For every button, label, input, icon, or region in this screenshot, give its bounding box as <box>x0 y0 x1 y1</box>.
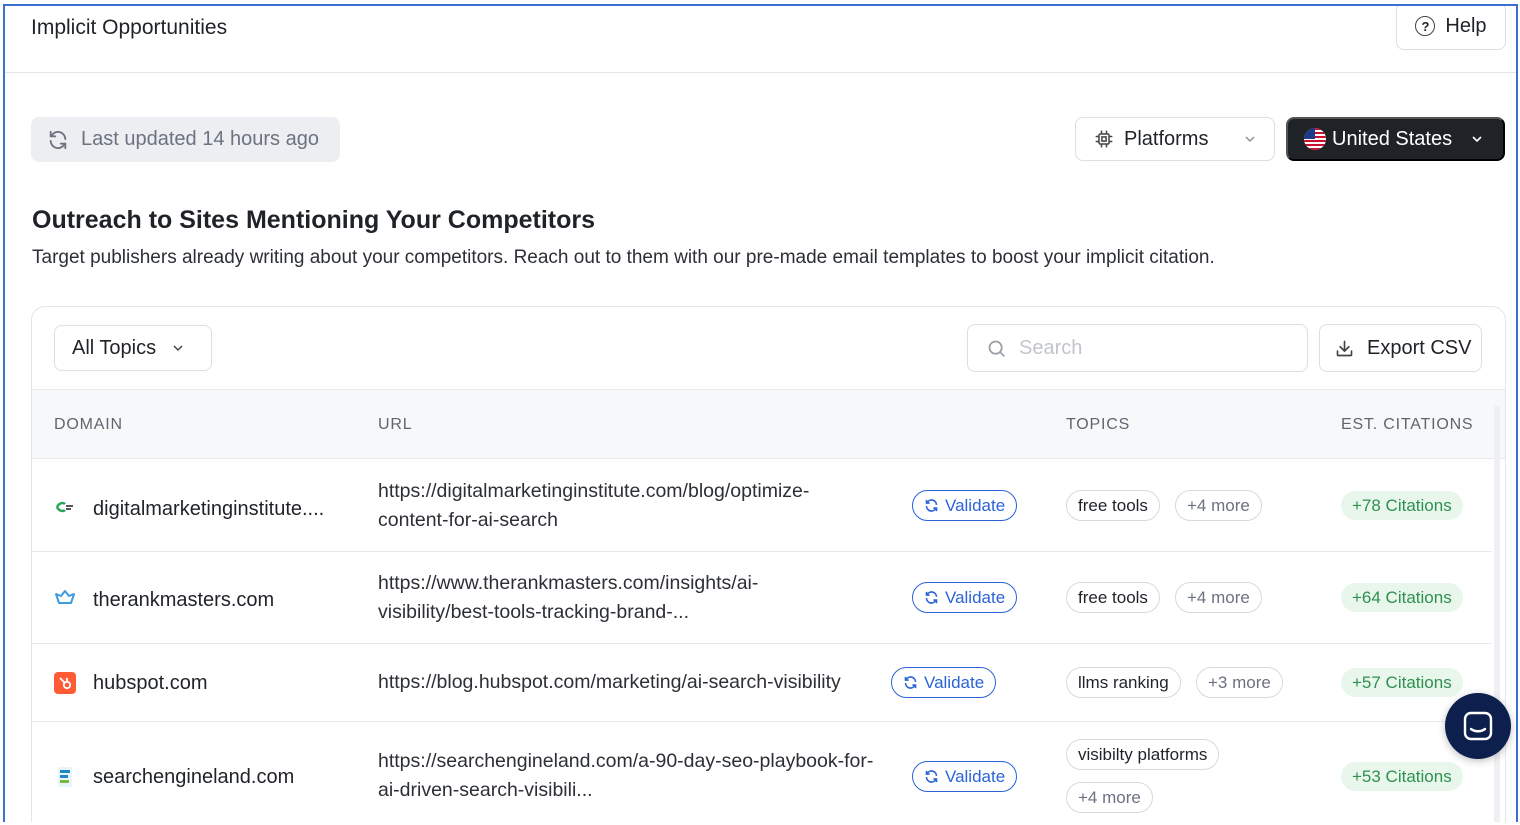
url-text[interactable]: https://digitalmarketinginstitute.com/bl… <box>378 477 878 535</box>
more-topics-chip[interactable]: +4 more <box>1175 490 1262 521</box>
domain-name: hubspot.com <box>93 672 208 694</box>
search-input[interactable] <box>1019 336 1289 360</box>
section-title: Outreach to Sites Mentioning Your Compet… <box>32 206 596 234</box>
validate-button[interactable]: Validate <box>912 761 1018 792</box>
url-text[interactable]: https://blog.hubspot.com/marketing/ai-se… <box>378 668 841 697</box>
more-topics-chip[interactable]: +3 more <box>1196 667 1283 698</box>
refresh-icon <box>925 770 938 783</box>
page-title: Implicit Opportunities <box>31 16 228 39</box>
validate-label: Validate <box>924 672 985 692</box>
search-icon <box>988 340 1005 357</box>
validate-button[interactable]: Validate <box>912 490 1018 521</box>
citations-badge: +64 Citations <box>1341 583 1463 612</box>
more-topics-chip[interactable]: +4 more <box>1175 582 1262 613</box>
export-csv-button[interactable]: Export CSV <box>1319 324 1482 372</box>
help-button[interactable]: ? Help <box>1396 6 1506 50</box>
chevron-down-icon <box>1245 136 1255 143</box>
table-row[interactable]: therankmasters.com https://www.therankma… <box>32 552 1492 644</box>
url-text[interactable]: https://www.therankmasters.com/insights/… <box>378 569 848 627</box>
topic-chip: visibilty platforms <box>1066 739 1220 770</box>
column-header-citations[interactable]: EST. CITATIONS <box>1341 416 1473 434</box>
last-updated-text: Last updated 14 hours ago <box>81 128 319 150</box>
last-updated-badge: Last updated 14 hours ago <box>31 117 340 162</box>
chevron-down-icon <box>1472 136 1482 143</box>
search-box <box>967 324 1308 372</box>
top-bar: Implicit Opportunities ? Help <box>5 6 1516 73</box>
topic-chip: free tools <box>1066 582 1160 613</box>
validate-button[interactable]: Validate <box>912 582 1018 613</box>
table-row[interactable]: searchengineland.com https://searchengin… <box>32 722 1492 822</box>
topics-label: All Topics <box>72 336 157 359</box>
chat-icon <box>1463 711 1493 741</box>
country-dropdown[interactable]: United States <box>1286 117 1505 161</box>
refresh-icon <box>925 591 938 604</box>
opportunities-card: All Topics Export CSV DOMAIN URL TOPICS … <box>31 306 1506 822</box>
question-icon: ? <box>1415 16 1436 36</box>
url-text[interactable]: https://searchengineland.com/a-90-day-se… <box>378 747 893 805</box>
section-description: Target publishers already writing about … <box>32 247 1215 268</box>
citations-badge: +57 Citations <box>1341 668 1463 697</box>
domain-name: searchengineland.com <box>93 766 295 788</box>
export-label: Export CSV <box>1367 336 1472 359</box>
validate-label: Validate <box>945 495 1006 515</box>
topic-chip: free tools <box>1066 490 1160 521</box>
help-label: Help <box>1445 14 1487 37</box>
chip-icon <box>1095 130 1113 148</box>
us-flag-icon <box>1304 128 1326 150</box>
validate-label: Validate <box>945 587 1006 607</box>
domain-name: digitalmarketinginstitute.... <box>93 498 325 520</box>
validate-label: Validate <box>945 766 1006 786</box>
country-label: United States <box>1332 127 1453 150</box>
refresh-icon <box>904 676 917 689</box>
validate-button[interactable]: Validate <box>891 667 997 698</box>
table-scrollbar[interactable] <box>1494 405 1500 822</box>
column-header-domain[interactable]: DOMAIN <box>54 416 123 434</box>
table-row[interactable]: digitalmarketinginstitute.... https://di… <box>32 460 1492 552</box>
chat-launcher-button[interactable] <box>1445 693 1511 759</box>
domain-name: therankmasters.com <box>93 589 275 611</box>
topics-dropdown[interactable]: All Topics <box>54 325 212 371</box>
column-header-url[interactable]: URL <box>378 416 412 434</box>
digitalmarketinginstitute-favicon-icon <box>55 501 73 513</box>
app-frame: Implicit Opportunities ? Help Last updat… <box>3 4 1518 822</box>
more-topics-chip[interactable]: +4 more <box>1066 782 1153 813</box>
citations-badge: +78 Citations <box>1341 491 1463 520</box>
table-header: DOMAIN URL TOPICS EST. CITATIONS <box>32 389 1505 459</box>
platforms-dropdown[interactable]: Platforms <box>1075 117 1275 161</box>
table-row[interactable]: hubspot.com https://blog.hubspot.com/mar… <box>32 644 1492 722</box>
chevron-down-icon <box>173 345 183 352</box>
hubspot-favicon-icon <box>54 672 76 694</box>
citations-badge: +53 Citations <box>1341 762 1463 791</box>
refresh-icon <box>925 499 938 512</box>
refresh-icon <box>49 130 67 149</box>
column-header-topics[interactable]: TOPICS <box>1066 416 1130 434</box>
download-icon <box>1336 340 1353 356</box>
searchengineland-favicon-icon <box>58 767 72 787</box>
therankmasters-favicon-icon <box>55 590 75 604</box>
topic-chip: llms ranking <box>1066 667 1181 698</box>
platforms-label: Platforms <box>1124 127 1209 150</box>
